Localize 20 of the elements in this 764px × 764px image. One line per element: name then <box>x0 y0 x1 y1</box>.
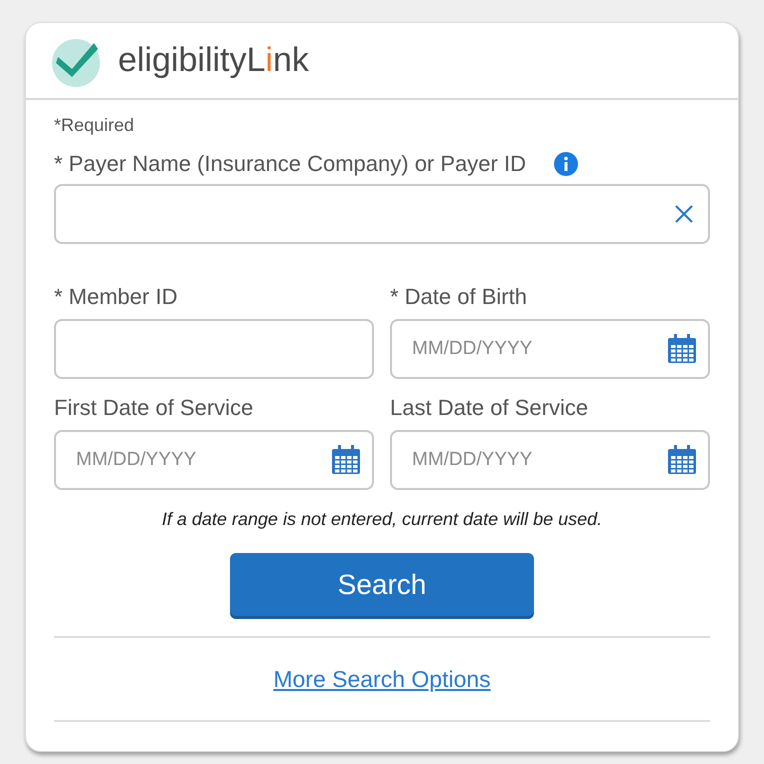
date-field[interactable]: MM/DD/YYYY <box>390 430 710 490</box>
calendar-icon[interactable] <box>666 444 698 476</box>
payer-search-field[interactable] <box>54 184 710 244</box>
date-range-hint: If a date range is not entered, current date will be used. <box>160 508 604 531</box>
calendar-icon[interactable] <box>666 333 698 365</box>
field-label: * Payer Name (Insurance Company) or Payer ID <box>54 150 526 178</box>
logo-text: eligibilityLink <box>118 40 309 81</box>
date-field[interactable]: MM/DD/YYYY <box>390 319 710 379</box>
input-field[interactable] <box>54 319 374 379</box>
field-label: * Date of Birth <box>390 283 528 311</box>
info-icon[interactable] <box>554 152 578 176</box>
field-label: Last Date of Service <box>390 394 590 422</box>
field-label: First Date of Service <box>54 394 254 422</box>
required-note: *Required <box>54 114 136 137</box>
calendar-icon[interactable] <box>330 444 362 476</box>
clear-icon[interactable] <box>674 204 694 224</box>
more-search-options-link[interactable]: More Search Options <box>273 662 491 696</box>
search-button[interactable]: Search <box>230 553 534 616</box>
field-label: * Member ID <box>54 283 178 311</box>
date-field[interactable]: MM/DD/YYYY <box>54 430 374 490</box>
